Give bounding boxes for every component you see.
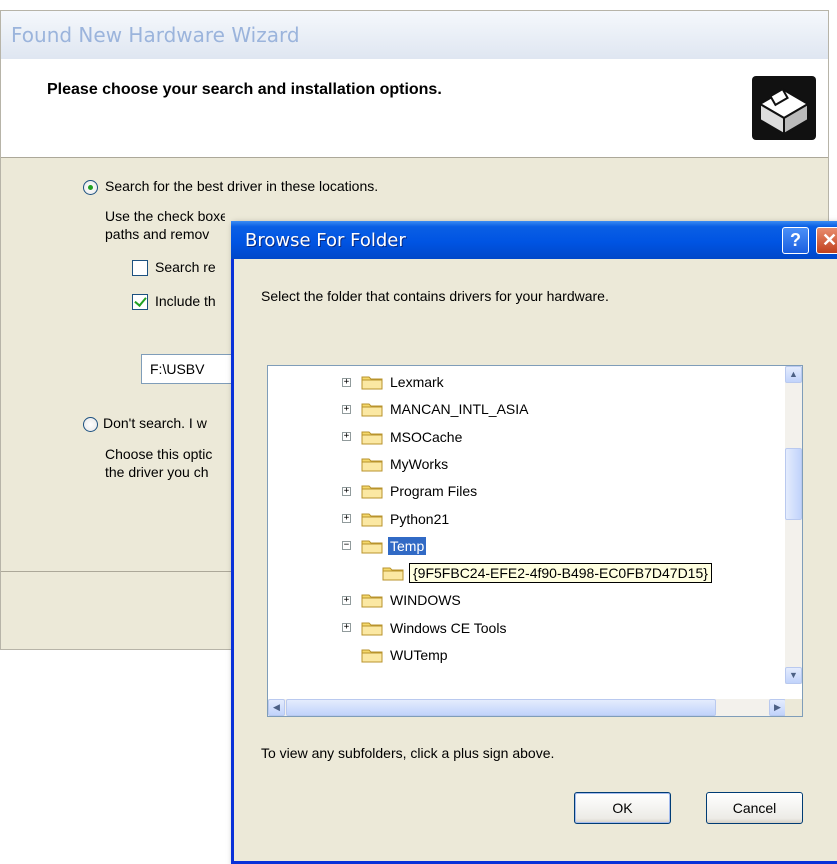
hardware-icon [752,76,816,140]
folder-label[interactable]: {9F5FBC24-EFE2-4f90-B498-EC0FB7D47D15} [409,563,712,584]
folder-tree-item[interactable]: WUTemp [342,643,450,667]
dont-search-radio[interactable] [83,417,98,432]
folder-label[interactable]: Program Files [388,482,479,500]
folder-tree-item[interactable]: + MANCAN_INTL_ASIA [342,397,530,421]
folder-icon [361,649,383,663]
folder-label[interactable]: Python21 [388,510,451,528]
include-location-label[interactable]: Include th [155,293,216,309]
folder-tree-item[interactable]: + WINDOWS [342,588,463,612]
path-value: F:\USBV [150,361,205,377]
wizard-heading: Please choose your search and installati… [47,81,442,98]
scroll-right-button[interactable]: ▶ [769,699,786,716]
folder-icon [361,403,383,417]
browse-for-folder-dialog: Browse For Folder ? ✕ Select the folder … [231,221,837,864]
vertical-scrollbar[interactable]: ▲ ▼ [785,366,802,684]
folder-label[interactable]: MANCAN_INTL_ASIA [388,400,530,418]
search-removable-checkbox[interactable] [132,260,148,276]
folder-tree-item[interactable]: − Temp [342,534,427,558]
folder-icon [361,540,383,554]
folder-icon [361,376,383,390]
dialog-titlebar[interactable]: Browse For Folder ? ✕ [231,221,837,259]
folder-icon [361,622,383,636]
horizontal-scrollbar[interactable]: ◀ ▶ [268,699,786,716]
folder-label[interactable]: MyWorks [388,455,450,473]
dont-search-label[interactable]: Don't search. I w [103,415,207,431]
wizard-titlebar[interactable]: Found New Hardware Wizard [1,11,828,59]
search-removable-label[interactable]: Search re [155,259,216,275]
vertical-scroll-thumb[interactable] [785,448,802,520]
ok-button[interactable]: OK [574,792,671,824]
close-button[interactable]: ✕ [816,227,837,254]
help-button[interactable]: ? [782,227,809,254]
folder-label[interactable]: Windows CE Tools [388,619,508,637]
folder-tree-item[interactable]: + Python21 [342,507,451,531]
folder-tree-item[interactable]: + Windows CE Tools [342,616,508,640]
folder-tree-item[interactable]: + Program Files [342,479,479,503]
collapse-icon[interactable]: − [342,541,351,551]
search-best-driver-label[interactable]: Search for the best driver in these loca… [105,178,378,194]
folder-icon [361,485,383,499]
expand-icon[interactable]: + [342,514,351,523]
expand-icon[interactable]: + [342,404,351,414]
folder-icon [361,594,383,608]
folder-icon [361,458,383,472]
folder-label[interactable]: MSOCache [388,428,464,446]
expand-icon[interactable]: + [342,432,351,442]
cancel-button[interactable]: Cancel [706,792,803,824]
search-best-driver-radio[interactable] [83,180,98,195]
folder-tree-item[interactable]: {9F5FBC24-EFE2-4f90-B498-EC0FB7D47D15} [382,561,712,585]
wizard-header: Please choose your search and installati… [1,59,828,158]
folder-label[interactable]: WUTemp [388,646,450,664]
scroll-down-button[interactable]: ▼ [785,667,802,684]
folder-tree-item[interactable]: MyWorks [342,452,450,476]
search-desc-line2: paths and remov [105,226,210,242]
folder-label[interactable]: Temp [388,536,427,555]
scroll-left-button[interactable]: ◀ [268,699,285,716]
folder-label[interactable]: WINDOWS [388,591,463,609]
expand-icon[interactable]: + [342,595,351,605]
expand-icon[interactable]: + [342,377,351,387]
folder-tree-item[interactable]: + MSOCache [342,425,464,449]
dialog-title: Browse For Folder [245,230,406,251]
expand-icon[interactable]: + [342,623,351,633]
folder-tree-item[interactable]: + Lexmark [342,370,446,394]
dont-search-desc-line1: Choose this optic [105,446,213,462]
expand-icon[interactable]: + [342,486,351,496]
folder-icon [361,513,383,526]
folder-icon [361,431,383,445]
dialog-description: Select the folder that contains drivers … [261,288,609,304]
include-location-checkbox[interactable] [132,294,148,310]
folder-tree[interactable]: ▲ ▼ ◀ ▶ + Lexmark + MANCAN_INTL_ASIA + MSOCac… [267,365,803,717]
scroll-up-button[interactable]: ▲ [785,366,802,383]
dialog-hint: To view any subfolders, click a plus sig… [261,745,555,761]
dont-search-desc-line2: the driver you ch [105,464,209,480]
scroll-corner [785,699,802,716]
wizard-title: Found New Hardware Wizard [11,23,300,47]
folder-icon [382,567,404,581]
search-desc-line1: Use the check boxes below to limit or ex… [105,208,225,224]
horizontal-scroll-thumb[interactable] [286,699,716,716]
folder-label[interactable]: Lexmark [388,373,446,391]
